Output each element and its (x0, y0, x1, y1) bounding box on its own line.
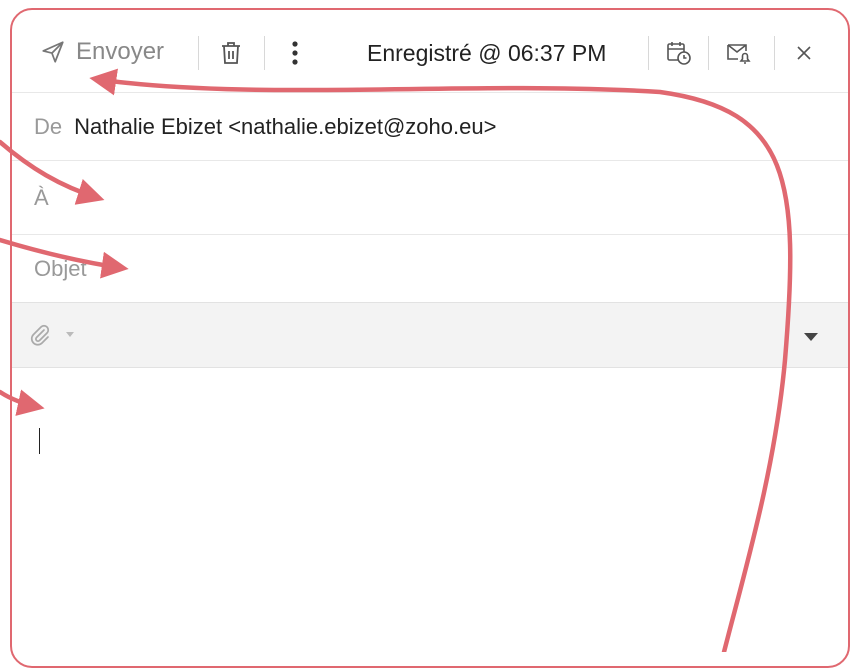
saved-status: Enregistré @ 06:37 PM (367, 40, 607, 66)
send-label: Envoyer (76, 38, 165, 65)
from-label: De (34, 114, 63, 139)
more-options-button[interactable] (280, 38, 310, 68)
toolbar-divider (774, 36, 775, 70)
chevron-down-icon (66, 332, 74, 337)
schedule-button[interactable] (664, 38, 694, 68)
text-cursor (39, 428, 40, 454)
to-field[interactable]: À (12, 160, 848, 235)
more-vertical-icon (292, 41, 298, 65)
formatting-toggle[interactable] (804, 329, 818, 347)
toolbar-divider (648, 36, 649, 70)
delete-button[interactable] (216, 38, 246, 68)
close-icon (797, 46, 811, 60)
toolbar-divider (264, 36, 265, 70)
schedule-icon (667, 42, 691, 65)
reminder-icon (727, 44, 751, 64)
caret-down-icon (804, 333, 818, 341)
trash-icon (222, 42, 240, 64)
attach-button[interactable] (28, 323, 74, 347)
toolbar-divider (708, 36, 709, 70)
from-value[interactable]: Nathalie Ebizet <nathalie.ebizet@zoho.eu… (74, 114, 496, 140)
send-icon (42, 41, 64, 63)
send-button[interactable]: Envoyer (40, 38, 164, 66)
subject-field[interactable]: Objet (12, 234, 848, 303)
compose-window: Envoyer Enregistré @ 06:37 PM De Nathali… (10, 8, 850, 668)
reminder-button[interactable] (724, 38, 754, 68)
to-label: À (34, 185, 49, 210)
close-button[interactable] (789, 38, 819, 68)
paperclip-icon (30, 324, 50, 346)
message-body-editor[interactable] (12, 367, 848, 666)
attachment-bar (12, 302, 848, 368)
toolbar-divider (198, 36, 199, 70)
subject-label: Objet (34, 256, 87, 281)
from-row: De Nathalie Ebizet <nathalie.ebizet@zoho… (12, 92, 848, 161)
